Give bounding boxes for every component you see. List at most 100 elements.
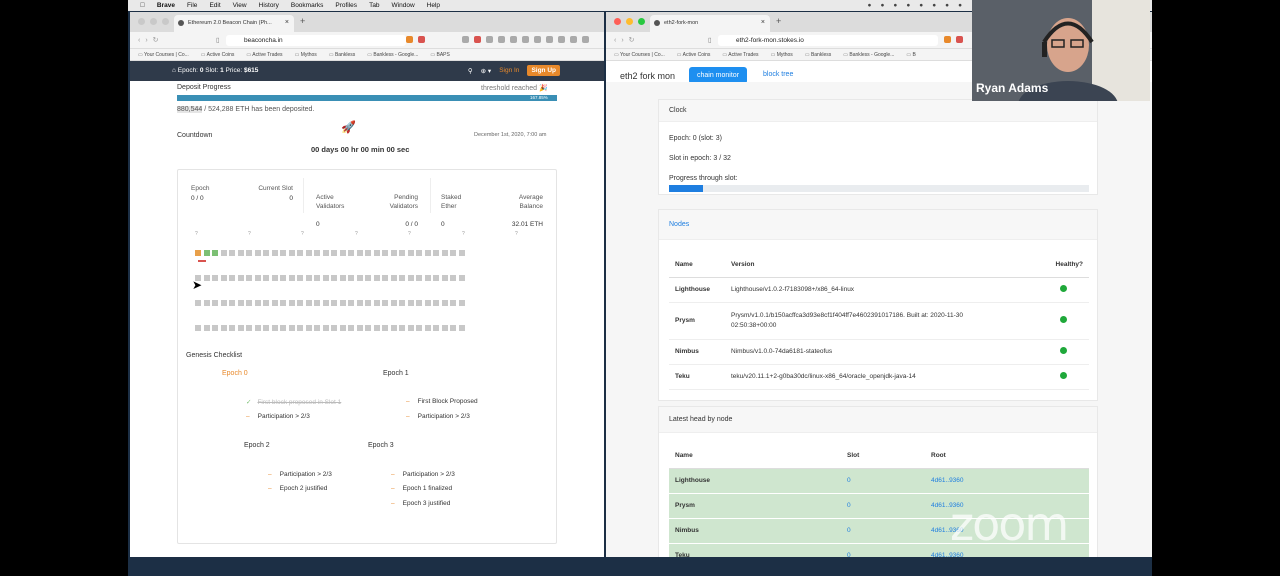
slot-square[interactable] bbox=[365, 325, 371, 331]
tray-icon[interactable]: ● bbox=[893, 2, 897, 9]
slot-square[interactable] bbox=[246, 275, 252, 281]
slot-square[interactable] bbox=[229, 250, 235, 256]
slot-square[interactable] bbox=[305, 275, 312, 281]
tab-forkmon[interactable]: eth2-fork-mon × bbox=[650, 15, 770, 32]
new-tab-icon[interactable]: + bbox=[300, 16, 305, 26]
slot-square[interactable] bbox=[280, 275, 286, 281]
slot-square[interactable] bbox=[458, 275, 465, 281]
slot-square[interactable] bbox=[339, 250, 346, 256]
slot-square[interactable] bbox=[203, 300, 210, 306]
url-field[interactable]: beaconcha.in bbox=[226, 35, 406, 46]
slot-square[interactable] bbox=[305, 300, 312, 306]
slot-square[interactable] bbox=[416, 250, 422, 256]
menu-app-name[interactable]: Brave bbox=[157, 2, 175, 9]
slot-square[interactable] bbox=[322, 325, 329, 331]
tray-icon[interactable]: ● bbox=[919, 2, 923, 9]
minimize-window-icon[interactable] bbox=[150, 18, 157, 25]
slot-square[interactable] bbox=[365, 300, 371, 306]
slot-square[interactable] bbox=[382, 250, 388, 256]
nav-back-forward-reload-icons[interactable]: ‹›↻ bbox=[138, 36, 164, 44]
tray-icon[interactable]: ● bbox=[932, 2, 936, 9]
extension-icon[interactable] bbox=[570, 36, 577, 43]
head-slot-link[interactable]: 0 bbox=[841, 493, 925, 519]
brave-shield-icon[interactable] bbox=[944, 36, 951, 43]
slot-square[interactable] bbox=[195, 300, 201, 306]
slot-square[interactable] bbox=[288, 300, 295, 306]
slot-square[interactable] bbox=[203, 325, 210, 331]
menu-file[interactable]: File bbox=[187, 2, 197, 9]
bookmark-item[interactable]: Active Trades bbox=[246, 52, 282, 58]
menu-tab[interactable]: Tab bbox=[369, 2, 379, 9]
slot-square[interactable] bbox=[271, 250, 278, 256]
menu-view[interactable]: View bbox=[233, 2, 247, 9]
slot-square[interactable] bbox=[246, 325, 252, 331]
head-slot-link[interactable]: 0 bbox=[841, 468, 925, 494]
tray-icon[interactable]: ● bbox=[880, 2, 884, 9]
slot-square[interactable] bbox=[424, 250, 431, 256]
slot-square[interactable] bbox=[433, 250, 439, 256]
slot-square[interactable] bbox=[288, 250, 295, 256]
sign-in-link[interactable]: Sign In bbox=[499, 67, 519, 74]
slot-square[interactable] bbox=[288, 275, 295, 281]
bookmark-item[interactable]: Mythos bbox=[771, 52, 793, 58]
slot-square[interactable] bbox=[416, 300, 422, 306]
tray-icon[interactable]: ● bbox=[868, 2, 872, 9]
slot-square[interactable] bbox=[237, 300, 244, 306]
extension-icon[interactable] bbox=[486, 36, 493, 43]
slot-square[interactable] bbox=[254, 300, 261, 306]
slot-square[interactable] bbox=[433, 300, 439, 306]
slot-square[interactable] bbox=[271, 275, 278, 281]
slot-square[interactable] bbox=[280, 250, 286, 256]
extension-icon[interactable] bbox=[462, 36, 469, 43]
slot-square[interactable] bbox=[314, 275, 320, 281]
slot-square[interactable] bbox=[322, 300, 329, 306]
head-slot-link[interactable]: 0 bbox=[841, 543, 925, 557]
slot-square[interactable] bbox=[271, 325, 278, 331]
slot-square[interactable] bbox=[458, 250, 465, 256]
slot-square[interactable] bbox=[297, 275, 303, 281]
sign-up-button[interactable]: Sign Up bbox=[527, 65, 560, 76]
slot-square[interactable] bbox=[212, 300, 218, 306]
brave-rewards-icon[interactable] bbox=[418, 36, 425, 43]
menu-edit[interactable]: Edit bbox=[209, 2, 220, 9]
bookmark-item[interactable]: Your Courses | Co... bbox=[138, 52, 189, 58]
slot-square[interactable] bbox=[322, 275, 329, 281]
slot-square[interactable] bbox=[203, 275, 210, 281]
slot-square[interactable] bbox=[254, 250, 261, 256]
menu-profiles[interactable]: Profiles bbox=[335, 2, 357, 9]
slot-square[interactable] bbox=[229, 325, 235, 331]
home-icon[interactable]: ⌂ bbox=[172, 67, 176, 74]
bookmark-item[interactable]: BAPS bbox=[430, 52, 450, 58]
slot-square[interactable] bbox=[450, 275, 456, 281]
bookmark-item[interactable]: Mythos bbox=[295, 52, 317, 58]
slot-square[interactable] bbox=[441, 325, 448, 331]
slot-square[interactable] bbox=[450, 325, 456, 331]
apple-icon[interactable]:  bbox=[140, 2, 145, 9]
menu-bookmarks[interactable]: Bookmarks bbox=[291, 2, 324, 9]
slot-square[interactable] bbox=[237, 275, 244, 281]
bookmark-item[interactable]: Bankless - Google... bbox=[843, 52, 894, 58]
slot-square[interactable] bbox=[322, 250, 329, 256]
slot-square[interactable] bbox=[424, 275, 431, 281]
slot-square[interactable] bbox=[263, 250, 269, 256]
slot-square[interactable] bbox=[237, 325, 244, 331]
slot-square[interactable] bbox=[220, 300, 227, 306]
slot-square[interactable] bbox=[339, 300, 346, 306]
zoom-window-icon[interactable] bbox=[162, 18, 169, 25]
bookmark-item[interactable]: Bankless bbox=[329, 52, 355, 58]
slot-square[interactable] bbox=[263, 300, 269, 306]
bookmark-icon[interactable]: ▯ bbox=[216, 36, 220, 44]
close-tab-icon[interactable]: × bbox=[761, 19, 765, 26]
slot-square[interactable] bbox=[390, 300, 397, 306]
slot-square[interactable] bbox=[373, 300, 380, 306]
slot-square[interactable] bbox=[424, 325, 431, 331]
slot-square[interactable] bbox=[399, 300, 405, 306]
tab-beaconchain[interactable]: Ethereum 2.0 Beacon Chain (Ph... × bbox=[174, 15, 294, 32]
slot-square[interactable] bbox=[212, 250, 218, 256]
bookmark-item[interactable]: Active Coins bbox=[677, 52, 711, 58]
head-slot-link[interactable]: 0 bbox=[841, 518, 925, 544]
slot-square[interactable] bbox=[416, 325, 422, 331]
close-window-icon[interactable] bbox=[138, 18, 145, 25]
slot-square[interactable] bbox=[399, 275, 405, 281]
tray-icon[interactable]: ● bbox=[906, 2, 910, 9]
